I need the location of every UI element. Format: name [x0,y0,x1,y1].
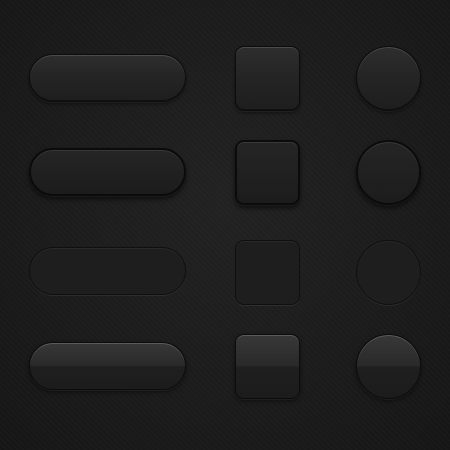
square-button-beveled[interactable] [235,140,300,205]
square-button-raised[interactable] [235,46,300,111]
button-set-canvas [0,0,450,450]
square-button-flat[interactable] [235,240,300,305]
pill-button-beveled[interactable] [29,148,186,196]
pill-button-raised[interactable] [29,54,186,102]
pill-button-glossy[interactable] [29,342,186,390]
round-button-flat[interactable] [356,240,421,305]
round-button-glossy[interactable] [356,334,421,399]
round-button-beveled[interactable] [356,140,421,205]
pill-button-flat[interactable] [29,247,186,295]
square-button-glossy[interactable] [235,334,300,399]
round-button-raised[interactable] [356,46,421,111]
